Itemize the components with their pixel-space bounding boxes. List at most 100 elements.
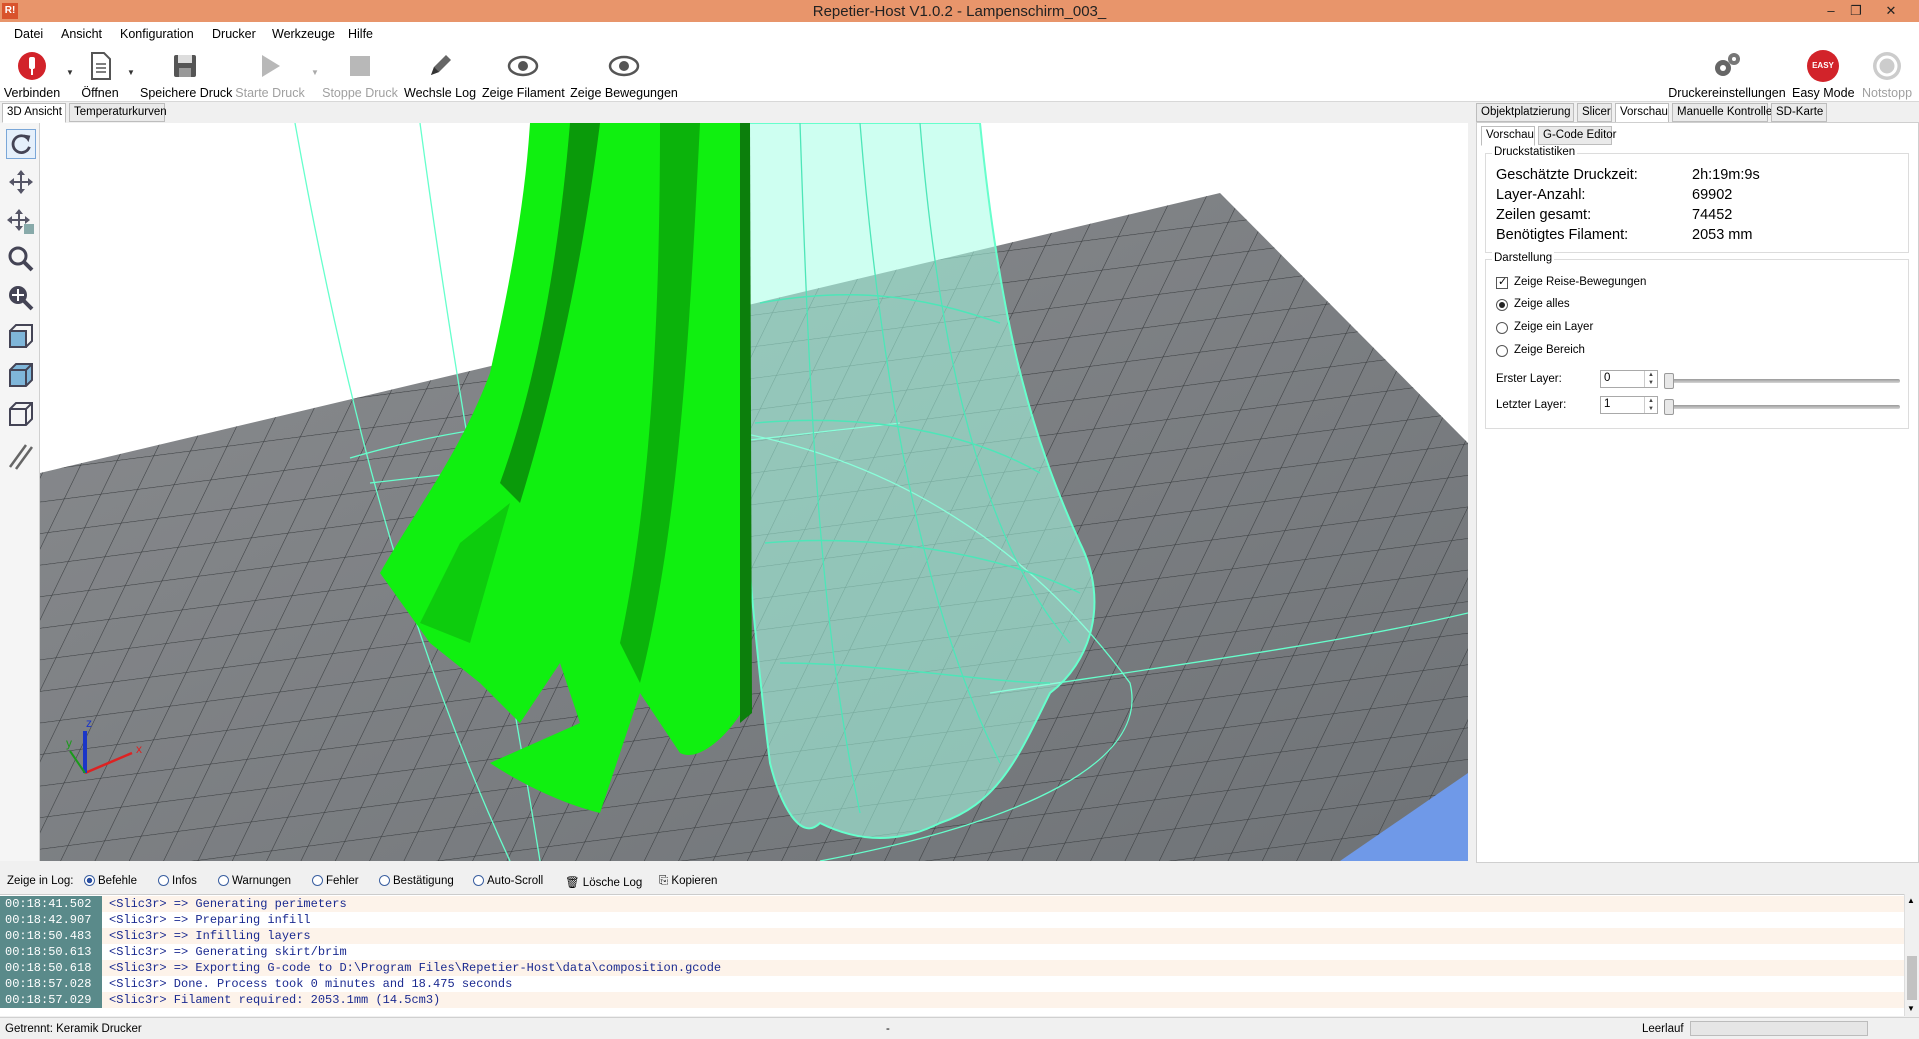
last-layer-slider-thumb[interactable] (1664, 399, 1674, 415)
open-dropdown-icon[interactable]: ▼ (127, 68, 135, 77)
side-view-icon[interactable] (6, 360, 36, 390)
tab-manual-control[interactable]: Manuelle Kontrolle (1672, 103, 1772, 122)
stat-lines-total-label: Zeilen gesamt: (1496, 207, 1592, 223)
emergency-stop-button[interactable]: Notstopp (1858, 48, 1916, 100)
filter-warnings[interactable]: Warnungen (218, 875, 291, 887)
last-layer-label: Letzter Layer: (1496, 399, 1567, 411)
parallel-projection-icon[interactable] (6, 441, 36, 471)
connect-button[interactable]: Verbinden (2, 48, 62, 100)
show-range-radio[interactable] (1496, 345, 1508, 357)
log-view[interactable]: 00:18:41.502 <Slic3r> => Generating perim… (0, 894, 1919, 1016)
view-tools (0, 123, 40, 861)
menu-werkzeuge[interactable]: Werkzeuge (272, 27, 335, 41)
toggle-log-button[interactable]: Wechsle Log (404, 48, 476, 100)
tab-slicer[interactable]: Slicer (1577, 103, 1612, 122)
3d-scene[interactable]: x z y (40, 123, 1468, 861)
menu-konfiguration[interactable]: Konfiguration (120, 27, 194, 41)
easy-mode-button[interactable]: EASY Easy Mode (1792, 48, 1855, 100)
eye-icon (507, 55, 539, 77)
power-plug-icon (18, 52, 46, 80)
filter-errors[interactable]: Fehler (312, 875, 359, 887)
log-row: 00:18:57.028 <Slic3r> Done. Process took … (0, 976, 1904, 992)
front-view-icon[interactable] (6, 321, 36, 351)
menu-drucker[interactable]: Drucker (212, 27, 256, 41)
first-layer-slider[interactable] (1664, 379, 1900, 383)
scroll-down-icon[interactable]: ▼ (1907, 1004, 1915, 1013)
subtab-preview[interactable]: Vorschau (1481, 126, 1535, 146)
radio-icon (312, 875, 323, 886)
print-stats-group: Druckstatistiken Geschätzte Druckzeit: 2… (1485, 146, 1909, 253)
subtab-gcode-editor[interactable]: G-Code Editor (1538, 126, 1617, 145)
close-button[interactable]: ✕ (1880, 1, 1902, 21)
log-row: 00:18:42.907 <Slic3r> => Preparing infill (0, 912, 1904, 928)
move-icon[interactable] (6, 167, 36, 197)
last-layer-slider[interactable] (1664, 405, 1900, 409)
show-one-layer-label[interactable]: Zeige ein Layer (1514, 321, 1593, 333)
copy-log-button[interactable]: ⎘ Kopieren (659, 875, 717, 888)
status-bar: Getrennt: Keramik Drucker - Leerlauf (0, 1017, 1919, 1039)
window-title: Repetier-Host V1.0.2 - Lampenschirm_003_ (812, 3, 1107, 20)
stat-filament-value: 2053 mm (1692, 227, 1753, 243)
first-layer-label: Erster Layer: (1496, 373, 1562, 385)
status-center: - (886, 1023, 890, 1035)
start-dropdown-icon[interactable]: ▼ (311, 68, 319, 77)
zoom-icon[interactable] (6, 244, 36, 274)
tab-object-placement[interactable]: Objektplatzierung (1476, 103, 1574, 122)
save-print-button[interactable]: Speichere Druck (140, 48, 232, 100)
maximize-button[interactable]: ❐ (1845, 1, 1867, 21)
stop-print-button[interactable]: Stoppe Druck (322, 48, 398, 100)
stat-layer-count-label: Layer-Anzahl: (1496, 187, 1586, 203)
axis-z-label: z (86, 716, 92, 730)
log-scrollbar[interactable]: ▲ ▼ (1904, 894, 1919, 1016)
tab-sd-card[interactable]: SD-Karte (1771, 103, 1827, 122)
gears-icon (1715, 53, 1740, 76)
radio-icon (158, 875, 169, 886)
clear-log-button[interactable]: 🗑 Lösche Log (565, 875, 642, 889)
show-range-label[interactable]: Zeige Bereich (1514, 344, 1585, 356)
menu-bar: Datei Ansicht Konfiguration Drucker Werk… (0, 22, 1919, 44)
filter-confirmations[interactable]: Bestätigung (379, 875, 454, 887)
show-filament-button[interactable]: Zeige Filament (482, 48, 565, 100)
printer-settings-button[interactable]: Druckereinstellungen (1668, 48, 1786, 100)
3d-viewport[interactable]: x z y (40, 123, 1468, 861)
spinner-arrows-icon[interactable]: ▲ ▼ (1644, 397, 1657, 413)
fit-view-icon[interactable] (6, 283, 36, 313)
preview-panel: Vorschau G-Code Editor Druckstatistiken … (1476, 122, 1919, 863)
show-one-layer-radio[interactable] (1496, 322, 1508, 334)
log-row: 00:18:50.618 <Slic3r> => Exporting G-code… (0, 960, 1904, 976)
axis-x-label: x (136, 742, 142, 756)
scroll-up-icon[interactable]: ▲ (1907, 896, 1915, 905)
move-object-icon[interactable] (6, 206, 36, 236)
menu-ansicht[interactable]: Ansicht (61, 27, 102, 41)
tab-preview[interactable]: Vorschau (1615, 103, 1669, 123)
show-all-label[interactable]: Zeige alles (1514, 298, 1570, 310)
first-layer-input[interactable]: 0 ▲ ▼ (1600, 370, 1658, 388)
menu-hilfe[interactable]: Hilfe (348, 27, 373, 41)
left-tab-bar: 3D Ansicht Temperaturkurven (2, 103, 402, 123)
start-print-button[interactable]: Starte Druck (234, 48, 306, 100)
menu-datei[interactable]: Datei (14, 27, 43, 41)
show-travel-label[interactable]: Zeige Reise-Bewegungen (1514, 276, 1646, 288)
tab-3d-view[interactable]: 3D Ansicht (2, 103, 66, 123)
stat-print-time-value: 2h:19m:9s (1692, 167, 1760, 183)
eye-icon (608, 55, 640, 77)
filter-infos[interactable]: Infos (158, 875, 197, 887)
filter-commands[interactable]: Befehle (84, 875, 137, 887)
tab-temperature-curves[interactable]: Temperaturkurven (69, 103, 167, 122)
rotate-icon[interactable] (6, 129, 36, 159)
save-disk-icon (174, 55, 196, 77)
printer-state: Leerlauf (1642, 1023, 1684, 1035)
top-view-icon[interactable] (6, 399, 36, 429)
first-layer-slider-thumb[interactable] (1664, 373, 1674, 389)
open-button[interactable]: Öffnen (78, 48, 122, 100)
scroll-thumb[interactable] (1907, 956, 1917, 1000)
connect-dropdown-icon[interactable]: ▼ (66, 68, 74, 77)
spinner-arrows-icon[interactable]: ▲ ▼ (1644, 371, 1657, 387)
show-all-radio[interactable] (1496, 299, 1508, 311)
show-travel-checkbox[interactable]: ✓ (1496, 276, 1508, 289)
last-layer-input[interactable]: 1 ▲ ▼ (1600, 396, 1658, 414)
display-group: Darstellung ✓ Zeige Reise-Bewegungen Zei… (1485, 252, 1909, 429)
filter-autoscroll[interactable]: Auto-Scroll (473, 875, 543, 887)
minimize-button[interactable]: – (1820, 1, 1842, 21)
show-moves-button[interactable]: Zeige Bewegungen (570, 48, 678, 100)
